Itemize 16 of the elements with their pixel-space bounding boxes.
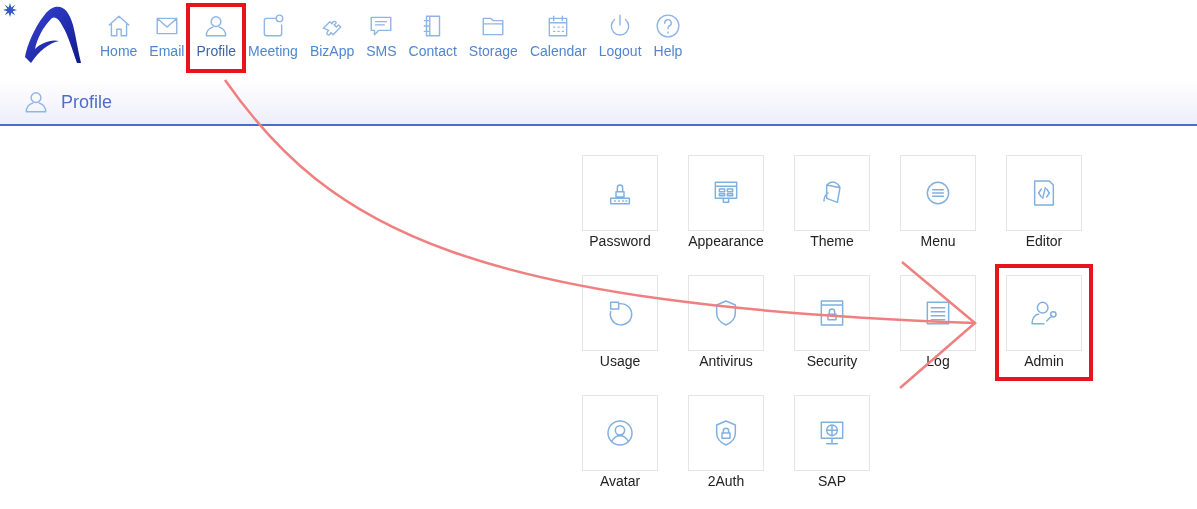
- nav-item[interactable]: Profile: [186, 3, 247, 73]
- avatar-icon: [604, 417, 636, 449]
- page-title: Profile: [61, 91, 113, 113]
- logo: [25, 5, 81, 63]
- nav-item[interactable]: Home: [94, 3, 144, 73]
- nav-item[interactable]: SMS: [360, 3, 403, 73]
- user-icon: [23, 89, 49, 115]
- nav-item[interactable]: Calendar: [523, 3, 593, 73]
- nav-item[interactable]: Contact: [402, 3, 463, 73]
- settings-tile[interactable]: Admin: [995, 264, 1093, 381]
- nav-item[interactable]: BizApp: [303, 3, 361, 73]
- nav-item[interactable]: Help: [647, 3, 689, 73]
- nav-item[interactable]: Logout: [592, 3, 648, 73]
- nav-item[interactable]: Storage: [462, 3, 524, 73]
- help-icon: [654, 13, 681, 39]
- star-icon: [3, 3, 17, 17]
